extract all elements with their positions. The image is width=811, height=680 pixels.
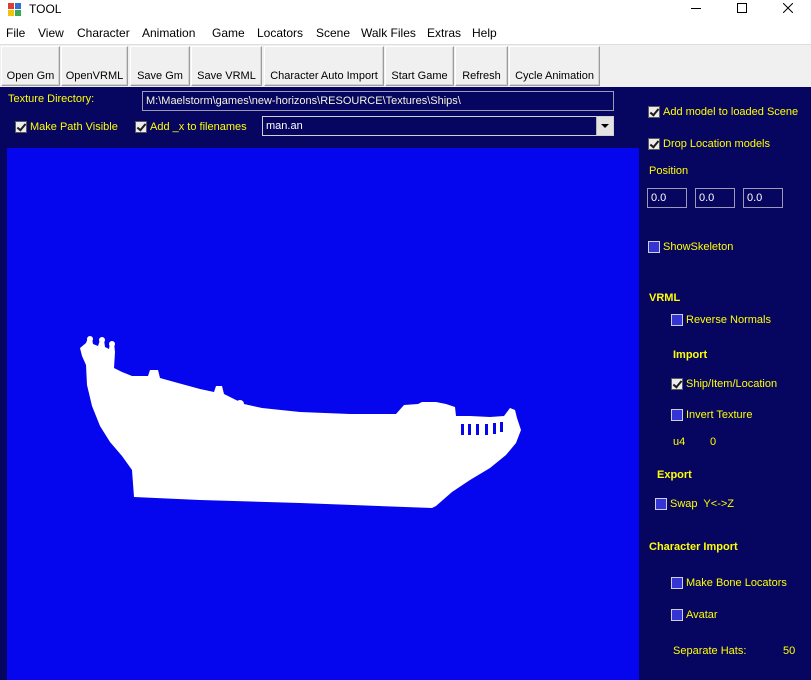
character-auto-import-button[interactable]: Character Auto Import [264, 46, 384, 86]
minimize-icon [691, 8, 701, 9]
close-icon [783, 3, 793, 13]
maximize-button[interactable] [719, 0, 765, 20]
cycle-animation-button[interactable]: Cycle Animation [509, 46, 600, 86]
checkbox-label: Make Path Visible [30, 121, 118, 133]
3d-viewport[interactable] [7, 148, 639, 680]
checkbox-label: Ship/Item/Location [686, 378, 778, 390]
checkbox-box [135, 121, 147, 133]
close-button[interactable] [765, 0, 811, 20]
import-heading: Import [673, 349, 708, 361]
drop-location-models-checkbox[interactable]: Drop Location models [648, 137, 770, 151]
position-y-input[interactable] [695, 188, 735, 208]
checkbox-label: Add model to loaded Scene [663, 106, 799, 118]
u4-value: 0 [710, 436, 717, 448]
checkbox-label: Swap Y<->Z [670, 498, 734, 510]
make-bone-locators-checkbox[interactable]: Make Bone Locators [671, 576, 787, 590]
bow-rail-gap [461, 424, 464, 435]
checkbox-label: Make Bone Locators [686, 577, 787, 589]
menu-character[interactable]: Character [77, 24, 130, 42]
animation-file-value: man.an [266, 120, 303, 132]
open-gm-button[interactable]: Open Gm [1, 46, 60, 86]
checkbox-box [648, 106, 660, 118]
menu-game[interactable]: Game [212, 24, 245, 42]
menu-animation[interactable]: Animation [142, 24, 195, 42]
checkbox-box [671, 609, 683, 621]
checkbox-box [648, 241, 660, 253]
menu-scene[interactable]: Scene [316, 24, 350, 42]
invert-texture-checkbox[interactable]: Invert Texture [671, 408, 752, 422]
checkbox-label: Reverse Normals [686, 314, 771, 326]
toolbar: Open Gm OpenVRML Save Gm Save VRML Chara… [0, 44, 811, 87]
start-game-button[interactable]: Start Game [385, 46, 454, 86]
open-vrml-button[interactable]: OpenVRML [61, 46, 128, 86]
ship-model [80, 336, 521, 508]
checkbox-box [671, 378, 683, 390]
maximize-icon [737, 3, 747, 13]
swap-y-z-checkbox[interactable]: Swap Y<->Z [655, 497, 734, 511]
checkbox-label: Add _x to filenames [150, 121, 247, 133]
bow-rail-gap [493, 423, 496, 434]
ship-hull [80, 338, 521, 508]
u4-label: u4 [673, 436, 686, 448]
checkbox-box [671, 577, 683, 589]
add-model-to-scene-checkbox[interactable]: Add model to loaded Scene [648, 105, 798, 119]
save-gm-button[interactable]: Save Gm [130, 46, 190, 86]
stern-lantern [109, 341, 115, 347]
checkbox-box [671, 314, 683, 326]
make-path-visible-checkbox[interactable]: Make Path Visible [15, 120, 118, 134]
checkbox-box [648, 138, 660, 150]
texture-directory-input[interactable] [142, 91, 614, 111]
menu-help[interactable]: Help [472, 24, 497, 42]
separate-hats-value: 50 [783, 645, 796, 657]
add-x-to-filenames-checkbox[interactable]: Add _x to filenames [135, 120, 247, 134]
export-heading: Export [657, 469, 692, 481]
character-import-heading: Character Import [649, 541, 738, 553]
menu-bar: File View Character Animation Game Locat… [0, 20, 811, 44]
menu-extras[interactable]: Extras [427, 24, 461, 42]
position-x-input[interactable] [647, 188, 687, 208]
checkbox-label: ShowSkeleton [663, 241, 734, 253]
avatar-checkbox[interactable]: Avatar [671, 608, 718, 622]
checkbox-label: Invert Texture [686, 409, 753, 421]
menu-locators[interactable]: Locators [257, 24, 303, 42]
stern-lantern [99, 337, 105, 343]
refresh-button[interactable]: Refresh [455, 46, 508, 86]
checkbox-label: Drop Location models [663, 138, 771, 150]
dropdown-button[interactable] [596, 117, 613, 135]
bow-rail-gap [500, 422, 503, 432]
position-label: Position [649, 165, 689, 177]
menu-walk-files[interactable]: Walk Files [361, 24, 416, 42]
deck-fitting [236, 400, 244, 408]
menu-file[interactable]: File [6, 24, 25, 42]
stern-lantern [87, 336, 93, 342]
menu-view[interactable]: View [38, 24, 64, 42]
window-title: TOOL [29, 2, 62, 16]
checkbox-box [671, 409, 683, 421]
save-vrml-button[interactable]: Save VRML [191, 46, 262, 86]
checkbox-label: Avatar [686, 609, 718, 621]
reverse-normals-checkbox[interactable]: Reverse Normals [671, 313, 771, 327]
tool-window: TOOL File View Character Animation Game … [0, 0, 811, 680]
separate-hats-label: Separate Hats: [673, 645, 747, 657]
bow-rail-gap [468, 424, 471, 435]
vrml-heading: VRML [649, 292, 681, 304]
bow-rail-gap [476, 424, 479, 435]
minimize-button[interactable] [673, 0, 719, 20]
texture-directory-label: Texture Directory: [8, 93, 95, 105]
bow-rail-gap [485, 424, 488, 435]
app-icon [8, 3, 21, 16]
checkbox-box [655, 498, 667, 510]
title-bar[interactable]: TOOL [0, 0, 811, 20]
animation-file-combo[interactable]: man.an [262, 116, 614, 136]
show-skeleton-checkbox[interactable]: ShowSkeleton [648, 240, 733, 254]
ship-item-location-checkbox[interactable]: Ship/Item/Location [671, 377, 777, 391]
checkbox-box [15, 121, 27, 133]
position-z-input[interactable] [743, 188, 783, 208]
dropdown-arrow-icon [601, 124, 609, 128]
